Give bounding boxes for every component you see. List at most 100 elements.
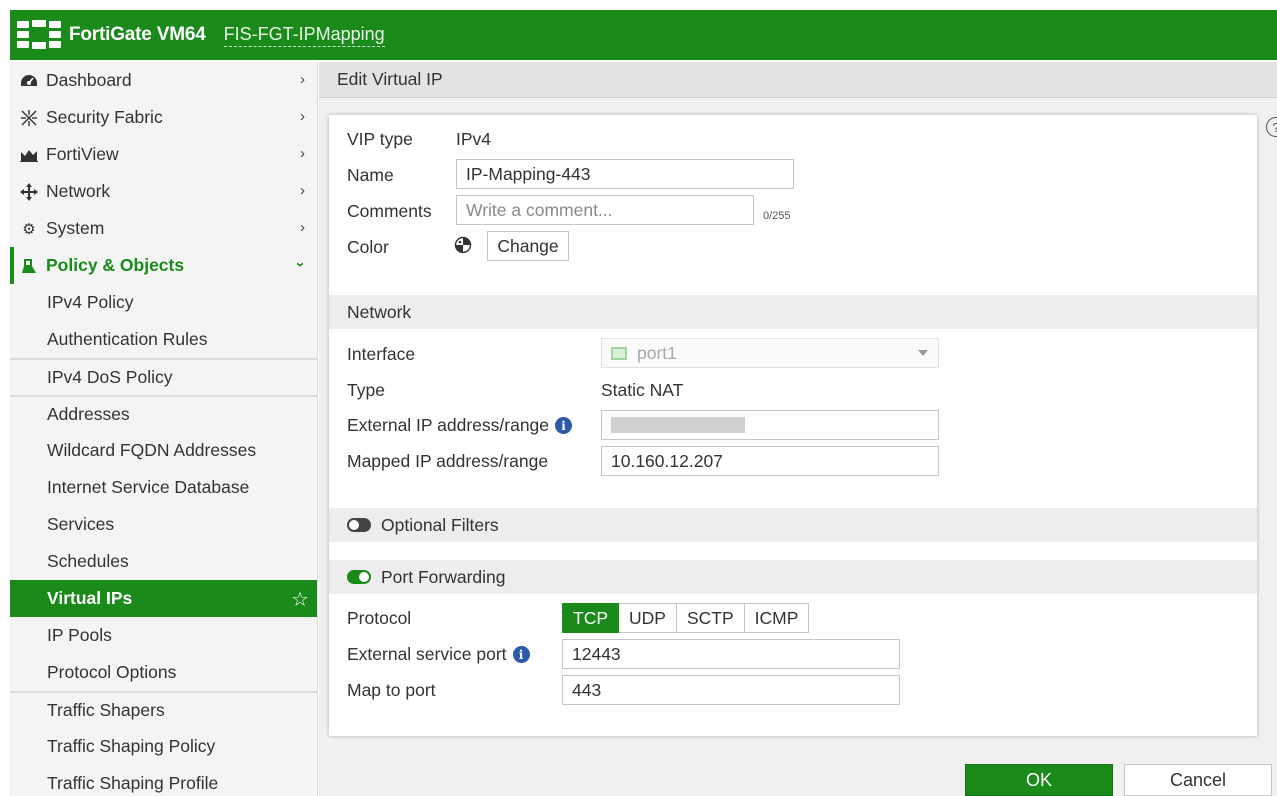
type-label: Type [347,380,385,400]
sidebar-subitem-internet-service-db[interactable]: Internet Service Database [10,469,317,506]
sidebar-item-policy-objects[interactable]: Policy & Objects › [10,247,317,284]
port-forwarding-toggle[interactable] [347,570,371,584]
map-port-label: Map to port [347,680,436,700]
sidebar-subitem-traffic-shapers[interactable]: Traffic Shapers [10,691,317,728]
sidebar-subitem-services[interactable]: Services [10,506,317,543]
help-icon[interactable]: ? [1266,117,1277,137]
protocol-icmp-button[interactable]: ICMP [744,603,810,633]
sidebar-subitem-label: Traffic Shaping Profile [47,773,219,793]
type-value: Static NAT [601,380,684,400]
comments-label: Comments [347,201,432,221]
map-port-input[interactable]: 443 [562,675,900,705]
page-title: Edit Virtual IP [319,62,1277,98]
sidebar-subitem-ipv4-policy[interactable]: IPv4 Policy [10,284,317,321]
page-title-text: Edit Virtual IP [337,69,443,89]
comments-counter: 0/255 [763,210,791,222]
sidebar-item-label: Network [46,181,111,201]
security-fabric-icon [19,109,39,127]
sidebar-subitem-ip-pools[interactable]: IP Pools [10,617,317,654]
chevron-right-icon: › [300,108,305,125]
port-forwarding-header: Port Forwarding [329,560,1257,594]
network-section-title: Network [347,301,412,322]
comments-textarea[interactable]: Write a comment... [456,195,754,225]
sidebar-subitem-schedules[interactable]: Schedules [10,543,317,580]
hostname[interactable]: FIS-FGT-IPMapping [223,24,385,47]
sidebar-subitem-label: Virtual IPs [47,588,133,608]
brand-name: FortiGate VM64 [69,24,206,45]
dashboard-icon [19,72,39,90]
sidebar-item-system[interactable]: ⚙ System › [10,210,317,247]
sidebar-subitem-protocol-options[interactable]: Protocol Options [10,654,317,691]
sidebar-subitem-virtual-ips[interactable]: Virtual IPs ☆ [10,580,317,617]
mapped-ip-label: Mapped IP address/range [347,451,549,471]
external-port-input[interactable]: 12443 [562,639,900,669]
network-section-header: Network [329,295,1257,329]
protocol-sctp-button[interactable]: SCTP [676,603,745,633]
name-label: Name [347,165,394,185]
policy-icon [19,257,39,275]
external-ip-input[interactable] [601,410,939,440]
sidebar-item-label: Dashboard [46,70,132,90]
external-port-label: External service port [347,644,507,664]
vip-type-value: IPv4 [456,129,492,149]
name-input[interactable]: IP-Mapping-443 [456,159,794,189]
protocol-label: Protocol [347,608,412,628]
dropdown-arrow-icon [918,350,928,356]
port-icon [611,346,627,360]
external-port-label-row: External service port i [347,644,530,665]
sidebar-subitem-authentication-rules[interactable]: Authentication Rules [10,321,317,358]
ok-button[interactable]: OK [965,764,1113,796]
sidebar-subitem-label: Schedules [47,551,129,571]
sidebar-subitem-label: Traffic Shaping Policy [47,736,216,756]
protocol-selector: TCP UDP SCTP ICMP [562,603,810,633]
sidebar-subitem-traffic-shaping-policy[interactable]: Traffic Shaping Policy [10,728,317,765]
info-icon[interactable]: i [512,646,530,663]
change-color-button[interactable]: Change [487,231,569,261]
sidebar-subitem-label: Addresses [47,404,130,424]
vip-type-label: VIP type [347,129,413,149]
sidebar-subitem-label: Wildcard FQDN Addresses [47,440,257,460]
sidebar-subitem-label: IPv4 Policy [47,292,134,312]
sidebar-item-dashboard[interactable]: Dashboard › [10,62,317,99]
sidebar-item-label: Policy & Objects [46,255,185,275]
interface-select[interactable]: port1 [601,338,939,368]
optional-filters-header: Optional Filters [329,508,1257,542]
top-bar: FortiGate VM64 FIS-FGT-IPMapping [10,10,1277,60]
sidebar-subitem-label: Internet Service Database [47,477,250,497]
optional-filters-toggle[interactable] [347,518,371,532]
main-content: Edit Virtual IP ? VIP type IPv4 Name IP-… [319,62,1277,796]
protocol-tcp-button[interactable]: TCP [562,603,619,633]
mapped-ip-input[interactable]: 10.160.12.207 [601,446,939,476]
external-ip-label: External IP address/range [347,415,550,435]
edit-virtual-ip-panel: VIP type IPv4 Name IP-Mapping-443 Commen… [329,115,1257,736]
sidebar-item-network[interactable]: Network › [10,173,317,210]
sidebar-subitem-wildcard-fqdn[interactable]: Wildcard FQDN Addresses [10,432,317,469]
sidebar-subitem-traffic-shaping-profile[interactable]: Traffic Shaping Profile [10,765,317,796]
chevron-down-icon: › [292,262,309,267]
protocol-udp-button[interactable]: UDP [619,603,677,633]
sidebar-subitem-label: Authentication Rules [47,329,208,349]
network-icon [19,182,39,201]
sidebar-item-label: FortiView [46,144,119,164]
color-swatch-icon [454,236,472,259]
optional-filters-label: Optional Filters [381,514,499,535]
chevron-right-icon: › [300,182,305,199]
cancel-button[interactable]: Cancel [1124,764,1272,796]
external-ip-label-row: External IP address/range i [347,415,573,436]
sidebar-subitem-addresses[interactable]: Addresses [10,395,317,432]
gear-icon: ⚙ [22,220,36,238]
sidebar-item-label: Security Fabric [46,107,163,127]
sidebar-subitem-ipv4-dos-policy[interactable]: IPv4 DoS Policy [10,358,317,395]
redacted-value [611,417,745,433]
chevron-right-icon: › [300,219,305,236]
star-icon[interactable]: ☆ [291,587,309,612]
sidebar-subitem-label: Traffic Shapers [47,700,165,720]
sidebar-subitem-label: IP Pools [47,625,112,645]
interface-label: Interface [347,344,416,364]
info-icon[interactable]: i [555,417,573,434]
sidebar-item-security-fabric[interactable]: Security Fabric › [10,99,317,136]
sidebar-subitem-label: IPv4 DoS Policy [47,367,173,387]
sidebar-item-fortiview[interactable]: FortiView › [10,136,317,173]
sidebar-item-label: System [46,218,105,238]
interface-value: port1 [637,342,677,363]
